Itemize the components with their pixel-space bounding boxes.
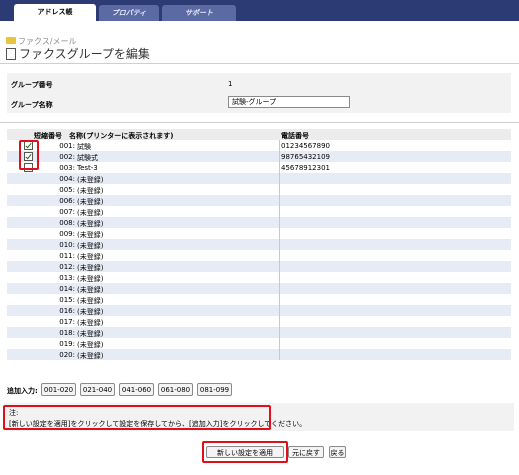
column-divider: [279, 294, 280, 305]
tab-address-book[interactable]: アドレス帳: [14, 4, 96, 21]
table-row: 013: (未登録): [7, 272, 511, 283]
speed-dial-number: 014:: [59, 285, 75, 293]
column-divider: [279, 195, 280, 206]
column-divider: [279, 239, 280, 250]
table-row: 007: (未登録): [7, 206, 511, 217]
list-header: 短縮番号 名称(プリンターに表示されます) 電話番号: [7, 129, 511, 140]
divider: [0, 63, 519, 64]
table-row: 001: 試験 01234567890: [7, 140, 511, 151]
column-divider: [279, 162, 280, 173]
column-divider: [279, 327, 280, 338]
group-number-value: 1: [228, 80, 233, 88]
speed-dial-number: 004:: [59, 175, 75, 183]
column-divider: [279, 349, 280, 360]
table-row: 002: 試験式 98765432109: [7, 151, 511, 162]
restore-button[interactable]: 元に戻す: [288, 446, 324, 458]
range-button-001-020[interactable]: 001-020: [41, 383, 76, 396]
table-row: 003: Test-3 45678912301: [7, 162, 511, 173]
table-row: 011: (未登録): [7, 250, 511, 261]
table-row: 010: (未登録): [7, 239, 511, 250]
column-divider: [279, 184, 280, 195]
phone-number: 01234567890: [281, 142, 330, 150]
table-row: 008: (未登録): [7, 217, 511, 228]
group-info-panel: グループ番号 1 グループ名称: [7, 73, 511, 113]
speed-dial-number: 006:: [59, 197, 75, 205]
group-number-label: グループ番号: [11, 81, 53, 89]
table-row: 004: (未登録): [7, 173, 511, 184]
speed-dial-number: 018:: [59, 329, 75, 337]
column-divider: [279, 228, 280, 239]
speed-dial-number: 016:: [59, 307, 75, 315]
column-divider: [279, 206, 280, 217]
speed-dial-number: 012:: [59, 263, 75, 271]
speed-dial-number: 007:: [59, 208, 75, 216]
apply-button-highlight: [202, 441, 288, 463]
speed-dial-number: 010:: [59, 241, 75, 249]
checkbox-highlight: [19, 140, 39, 170]
page-icon: [6, 47, 16, 60]
range-button-061-080[interactable]: 061-080: [158, 383, 193, 396]
tab-properties[interactable]: プロパティ: [99, 5, 159, 21]
tab-support[interactable]: サポート: [162, 5, 236, 21]
table-row: 006: (未登録): [7, 195, 511, 206]
group-name-label: グループ名称: [11, 101, 53, 109]
table-row: 009: (未登録): [7, 228, 511, 239]
speed-dial-number: 011:: [59, 252, 75, 260]
group-number-row: グループ番号 1: [7, 75, 511, 93]
column-divider: [279, 305, 280, 316]
entry-name: Test-3: [77, 164, 98, 172]
table-row: 014: (未登録): [7, 283, 511, 294]
folder-icon: [6, 37, 16, 44]
table-row: 017: (未登録): [7, 316, 511, 327]
column-divider: [279, 140, 280, 151]
phone-number: 45678912301: [281, 164, 330, 172]
column-divider: [279, 217, 280, 228]
table-row: 005: (未登録): [7, 184, 511, 195]
group-name-input[interactable]: [228, 96, 350, 108]
table-row: 020: (未登録): [7, 349, 511, 360]
range-button-021-040[interactable]: 021-040: [80, 383, 115, 396]
additional-input-label: 追加入力:: [7, 387, 38, 395]
speed-dial-number: 015:: [59, 296, 75, 304]
table-row: 019: (未登録): [7, 338, 511, 349]
back-button[interactable]: 戻る: [329, 446, 346, 458]
divider: [0, 122, 519, 123]
speed-dial-number: 003:: [59, 164, 75, 172]
column-divider: [279, 261, 280, 272]
speed-dial-number: 005:: [59, 186, 75, 194]
speed-dial-number: 013:: [59, 274, 75, 282]
column-divider: [279, 272, 280, 283]
column-divider: [279, 338, 280, 349]
column-divider: [279, 151, 280, 162]
table-row: 016: (未登録): [7, 305, 511, 316]
column-divider: [279, 173, 280, 184]
speed-dial-number: 020:: [59, 351, 75, 359]
table-row: 012: (未登録): [7, 261, 511, 272]
speed-dial-number: 001:: [59, 142, 75, 150]
speed-dial-number: 009:: [59, 230, 75, 238]
table-row: 018: (未登録): [7, 327, 511, 338]
phone-number: 98765432109: [281, 153, 330, 161]
table-row: 015: (未登録): [7, 294, 511, 305]
range-button-081-099[interactable]: 081-099: [197, 383, 232, 396]
speed-dial-number: 002:: [59, 153, 75, 161]
group-name-row: グループ名称: [7, 95, 511, 113]
page-title: ファクスグループを編集: [6, 45, 150, 62]
speed-dial-number: 017:: [59, 318, 75, 326]
note-highlight: [3, 405, 271, 430]
column-divider: [279, 316, 280, 327]
column-divider: [279, 250, 280, 261]
range-button-041-060[interactable]: 041-060: [119, 383, 154, 396]
entry-name: (未登録): [77, 352, 104, 360]
speed-dial-number: 008:: [59, 219, 75, 227]
speed-dial-number: 019:: [59, 340, 75, 348]
page-title-text: ファクスグループを編集: [19, 47, 150, 61]
column-divider: [279, 283, 280, 294]
